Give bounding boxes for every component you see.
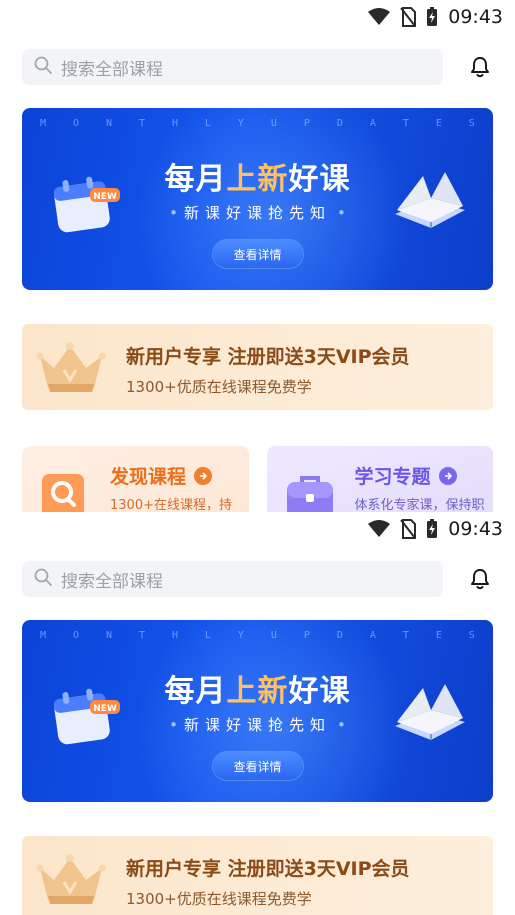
study-topics-title: 学习专题 (355, 462, 457, 489)
status-bar: 09:43 (0, 0, 515, 34)
app-screen-bottom: 09:43 搜索全部课程 MONTHLYUPDATES 每月上新好课 • 新课好课… (0, 512, 515, 915)
wifi-icon (368, 520, 391, 538)
arrow-right-icon (438, 466, 457, 485)
search-placeholder: 搜索全部课程 (61, 571, 163, 592)
status-bar: 09:43 (0, 512, 515, 546)
open-book-icon (389, 682, 469, 756)
status-time: 09:43 (448, 518, 503, 540)
search-placeholder: 搜索全部课程 (61, 59, 163, 80)
wifi-icon (368, 8, 391, 26)
new-badge: NEW (93, 192, 117, 202)
discover-courses-title: 发现课程 (110, 462, 213, 489)
new-badge: NEW (93, 704, 117, 714)
open-book-icon (389, 170, 469, 244)
banner-deco-letters: MONTHLYUPDATES (40, 118, 475, 129)
battery-charging-icon (426, 519, 438, 539)
calendar-icon: NEW (52, 174, 122, 240)
crown-icon (34, 338, 108, 402)
banner-deco-letters: MONTHLYUPDATES (40, 630, 475, 641)
crown-icon (34, 850, 108, 914)
view-details-button[interactable]: 查看详情 (212, 752, 303, 780)
status-time: 09:43 (448, 6, 503, 28)
search-row: 搜索全部课程 (0, 34, 515, 100)
search-icon (34, 56, 52, 78)
calendar-icon: NEW (52, 686, 122, 752)
vip-promo-title: 新用户专享 注册即送3天VIP会员 (126, 858, 410, 880)
search-input[interactable]: 搜索全部课程 (22, 49, 443, 85)
app-screen-top: 09:43 搜索全部课程 MONTHLYUPDATES 每月上新好课 • 新课好课… (0, 0, 515, 532)
arrow-right-icon (194, 466, 213, 485)
view-details-button[interactable]: 查看详情 (212, 240, 303, 268)
no-sim-icon (400, 519, 417, 539)
monthly-updates-banner[interactable]: MONTHLYUPDATES 每月上新好课 • 新课好课抢先知 • 查看详情 NEW (22, 620, 493, 802)
monthly-updates-banner[interactable]: MONTHLYUPDATES 每月上新好课 • 新课好课抢先知 • 查看详情 NEW (22, 108, 493, 290)
battery-charging-icon (426, 7, 438, 27)
search-row: 搜索全部课程 (0, 546, 515, 612)
vip-promo-card[interactable]: 新用户专享 注册即送3天VIP会员 1300+优质在线课程免费学 (22, 324, 493, 410)
search-input[interactable]: 搜索全部课程 (22, 561, 443, 597)
vip-promo-subtitle: 1300+优质在线课程免费学 (126, 890, 312, 908)
vip-promo-subtitle: 1300+优质在线课程免费学 (126, 378, 312, 396)
search-icon (34, 568, 52, 590)
vip-promo-card[interactable]: 新用户专享 注册即送3天VIP会员 1300+优质在线课程免费学 (22, 836, 493, 915)
bell-icon[interactable] (467, 56, 493, 78)
vip-promo-title: 新用户专享 注册即送3天VIP会员 (126, 346, 410, 368)
bell-icon[interactable] (467, 568, 493, 590)
no-sim-icon (400, 7, 417, 27)
